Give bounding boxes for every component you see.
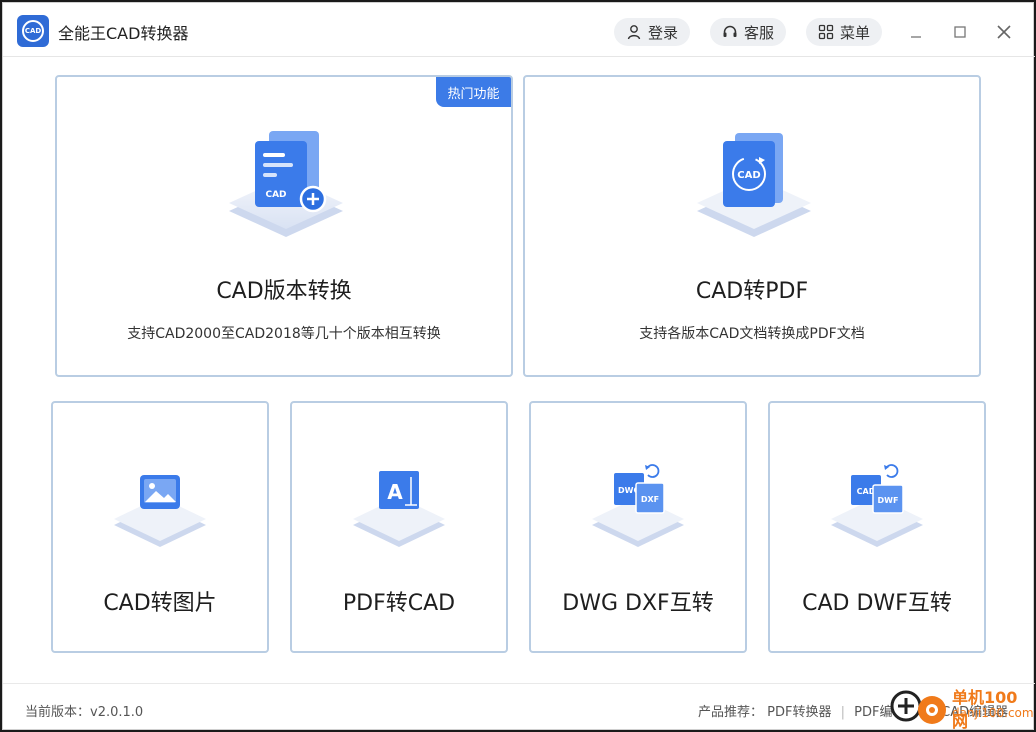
- svg-text:CAD: CAD: [737, 170, 760, 181]
- recommend-link-pdf-converter[interactable]: PDF转换器: [767, 705, 831, 720]
- card-title: CAD转PDF: [695, 279, 809, 304]
- title-bar: CAD 全能王CAD转换器 登录 客服 菜单: [3, 3, 1035, 57]
- minimize-icon: [911, 36, 921, 38]
- card-description: 支持各版本CAD文档转换成PDF文档: [639, 326, 865, 342]
- user-icon: [627, 25, 641, 40]
- login-label: 登录: [648, 23, 679, 42]
- version-label: 当前版本：: [25, 705, 91, 720]
- card-pdf-to-cad[interactable]: A PDF转CAD: [290, 401, 508, 653]
- close-icon: [997, 25, 1011, 39]
- version-info: 当前版本：v2.0.1.0: [25, 701, 143, 720]
- card-title: CAD转图片: [103, 591, 217, 616]
- recommend-label: 产品推荐：: [698, 705, 764, 720]
- svg-text:DXF: DXF: [641, 495, 659, 504]
- app-logo-icon: CAD: [17, 15, 49, 47]
- maximize-icon: [954, 26, 966, 38]
- image-icon: [114, 475, 206, 547]
- cad-version-convert-icon: CAD: [229, 131, 343, 237]
- card-cad-version-convert[interactable]: 热门功能 CAD CAD版本转换 支持CAD2000至CAD2018等几十个版本…: [55, 75, 513, 377]
- card-description: 支持CAD2000至CAD2018等几十个版本相互转换: [127, 326, 441, 342]
- card-cad-to-image[interactable]: CAD转图片: [51, 401, 269, 653]
- card-dwg-dxf-convert[interactable]: DWG DXF DWG DXF互转: [529, 401, 747, 653]
- app-logo-text: CAD: [22, 20, 44, 42]
- watermark-logo-icon: [890, 690, 946, 724]
- dwg-dxf-icon: DWG DXF: [592, 464, 684, 547]
- card-cad-to-pdf[interactable]: CAD CAD转PDF 支持各版本CAD文档转换成PDF文档: [523, 75, 981, 377]
- svg-text:DWF: DWF: [878, 496, 899, 505]
- version-value: v2.0.1.0: [90, 705, 144, 720]
- divider: |: [840, 705, 846, 720]
- app-title: 全能王CAD转换器: [58, 24, 189, 43]
- cad-to-pdf-icon: CAD: [697, 133, 811, 237]
- login-button[interactable]: 登录: [614, 18, 691, 46]
- app-window: CAD 全能王CAD转换器 登录 客服 菜单 热门功能 CAD CAD版本转换 …: [2, 2, 1035, 731]
- card-title: CAD版本转换: [216, 279, 352, 304]
- service-label: 客服: [744, 23, 775, 42]
- watermark-site-url: danji100.com: [952, 706, 1034, 720]
- pdf-to-cad-icon: A: [353, 471, 445, 547]
- menu-label: 菜单: [840, 23, 871, 42]
- minimize-button[interactable]: [905, 21, 927, 43]
- hot-feature-badge: 热门功能: [436, 77, 511, 107]
- card-title: CAD DWF互转: [802, 591, 952, 616]
- svg-text:CAD: CAD: [265, 190, 286, 200]
- close-button[interactable]: [993, 21, 1015, 43]
- cad-dwf-icon: CAD DWF: [831, 464, 923, 547]
- card-cad-dwf-convert[interactable]: CAD DWF CAD DWF互转: [768, 401, 986, 653]
- grid-menu-icon: [818, 24, 834, 40]
- status-footer: 当前版本：v2.0.1.0 产品推荐： PDF转换器 | PDF编辑器 | CA…: [3, 683, 1035, 731]
- menu-button[interactable]: 菜单: [806, 18, 883, 46]
- card-title: PDF转CAD: [342, 591, 456, 616]
- svg-text:A: A: [387, 480, 403, 504]
- customer-service-button[interactable]: 客服: [710, 18, 787, 46]
- card-title: DWG DXF互转: [562, 591, 714, 616]
- maximize-button[interactable]: [949, 21, 971, 43]
- headset-icon: [723, 25, 737, 37]
- site-watermark: 单机100网 danji100.com: [888, 682, 1034, 731]
